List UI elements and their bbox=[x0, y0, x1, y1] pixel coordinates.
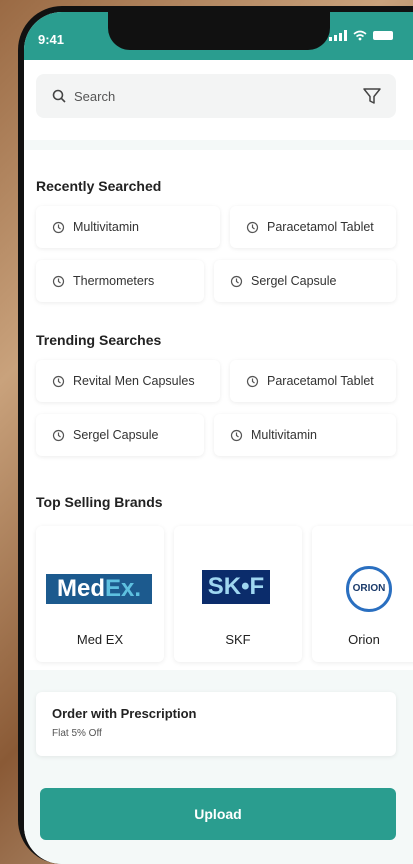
search-input[interactable]: Search bbox=[36, 74, 396, 118]
brand-name: Orion bbox=[348, 632, 380, 647]
trending-heading: Trending Searches bbox=[36, 332, 162, 348]
signal-icon bbox=[329, 30, 347, 41]
chip-label: Paracetamol Tablet bbox=[267, 220, 374, 234]
search-placeholder: Search bbox=[74, 88, 116, 104]
top-brands-heading: Top Selling Brands bbox=[36, 494, 163, 510]
history-icon bbox=[52, 221, 65, 233]
trending-chip[interactable]: Revital Men Capsules bbox=[36, 360, 220, 402]
brand-card-orion[interactable]: ORION Orion bbox=[312, 526, 413, 662]
history-icon bbox=[52, 375, 65, 387]
medex-logo: MedEx. bbox=[46, 574, 152, 604]
status-time: 9:41 bbox=[38, 32, 65, 47]
status-bar: 9:41 bbox=[24, 12, 413, 60]
wifi-icon bbox=[353, 30, 367, 41]
recent-chip[interactable]: Multivitamin bbox=[36, 206, 220, 248]
skf-logo: SK•F bbox=[202, 570, 270, 604]
brand-card-medex[interactable]: MedEx. Med EX bbox=[36, 526, 164, 662]
orion-logo: ORION bbox=[346, 566, 392, 612]
prescription-card[interactable]: Order with Prescription Flat 5% Off bbox=[36, 692, 396, 756]
brand-card-skf[interactable]: SK•F SKF bbox=[174, 526, 302, 662]
trending-chip[interactable]: Paracetamol Tablet bbox=[230, 360, 396, 402]
status-icons bbox=[329, 30, 393, 41]
recent-chip[interactable]: Thermometers bbox=[36, 260, 204, 302]
history-icon bbox=[52, 429, 65, 441]
chip-label: Sergel Capsule bbox=[73, 428, 159, 442]
brand-name: Med EX bbox=[76, 632, 124, 647]
chip-label: Multivitamin bbox=[73, 220, 139, 234]
phone-frame: 9:41 Search Recently Searched Multivitam… bbox=[18, 6, 413, 864]
search-icon bbox=[52, 89, 66, 103]
prescription-title: Order with Prescription bbox=[52, 706, 197, 721]
chip-label: Sergel Capsule bbox=[251, 274, 337, 288]
brand-name: SKF bbox=[225, 632, 251, 647]
recently-searched-heading: Recently Searched bbox=[36, 178, 162, 194]
history-icon bbox=[52, 275, 65, 287]
chip-label: Paracetamol Tablet bbox=[267, 374, 374, 388]
recent-chip[interactable]: Sergel Capsule bbox=[214, 260, 396, 302]
notch bbox=[108, 12, 330, 50]
filter-icon[interactable] bbox=[362, 86, 382, 106]
search-section: Search bbox=[24, 60, 413, 140]
history-icon bbox=[230, 429, 243, 441]
battery-icon bbox=[373, 31, 393, 40]
history-icon bbox=[246, 221, 259, 233]
chip-label: Multivitamin bbox=[251, 428, 317, 442]
trending-chip[interactable]: Sergel Capsule bbox=[36, 414, 204, 456]
chip-label: Revital Men Capsules bbox=[73, 374, 195, 388]
history-icon bbox=[230, 275, 243, 287]
history-icon bbox=[246, 375, 259, 387]
trending-chip[interactable]: Multivitamin bbox=[214, 414, 396, 456]
upload-button[interactable]: Upload bbox=[40, 788, 396, 840]
main-content: Search Recently Searched Multivitamin Pa… bbox=[24, 60, 413, 864]
screen: 9:41 Search Recently Searched Multivitam… bbox=[24, 12, 413, 864]
prescription-subtitle: Flat 5% Off bbox=[52, 728, 102, 739]
chip-label: Thermometers bbox=[73, 274, 155, 288]
recent-chip[interactable]: Paracetamol Tablet bbox=[230, 206, 396, 248]
